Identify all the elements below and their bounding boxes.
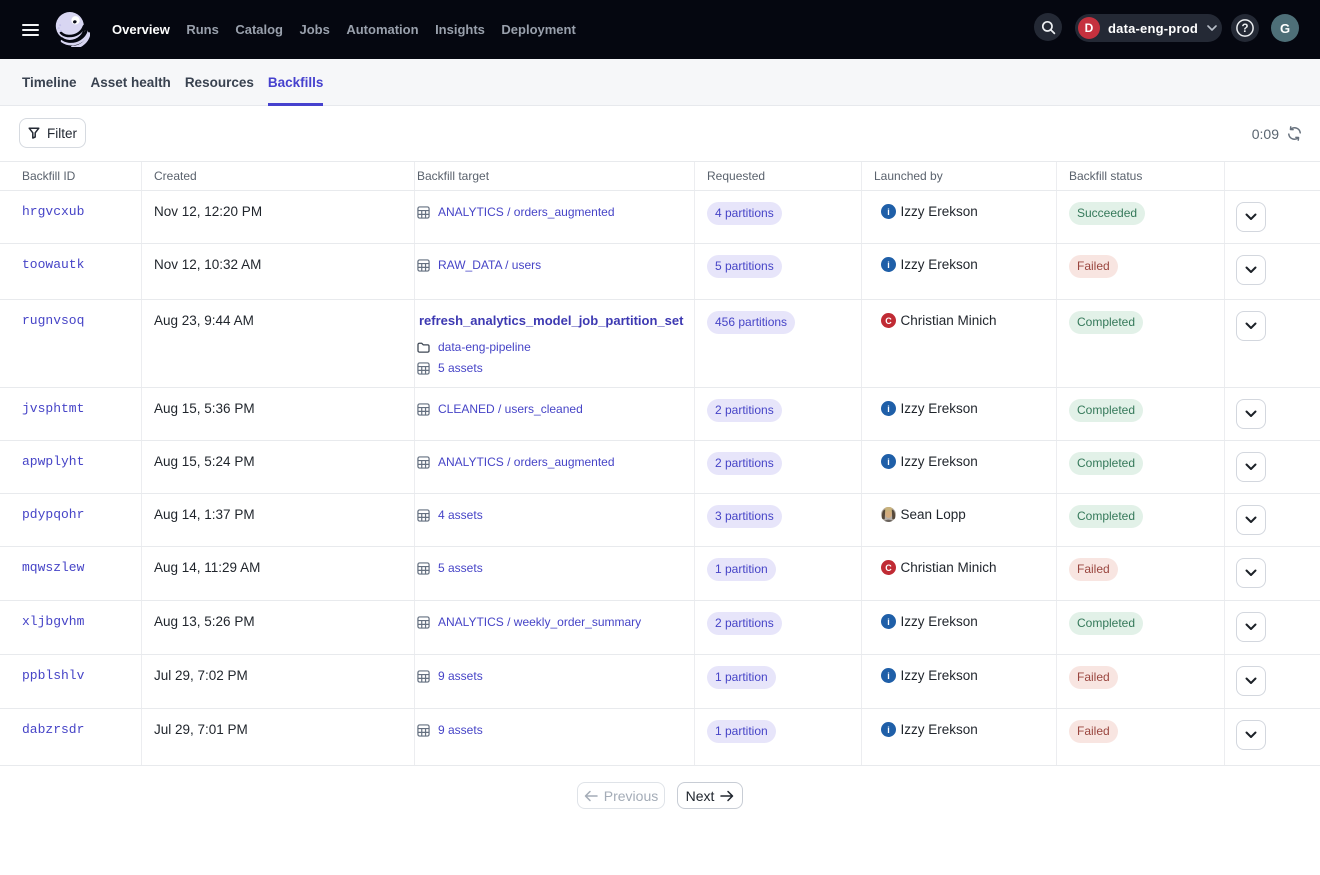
- svg-text:?: ?: [1241, 23, 1248, 35]
